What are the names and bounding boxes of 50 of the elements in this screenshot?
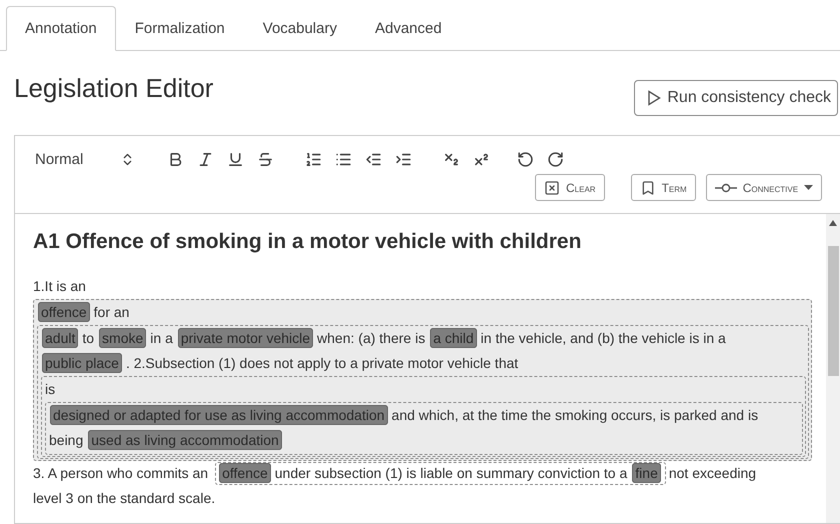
text-run: when: (a) there is [317, 330, 426, 346]
connective-dropdown[interactable]: Connective [706, 174, 822, 201]
term-tag[interactable]: offence [38, 302, 90, 322]
tab[interactable]: Formalization [116, 6, 244, 51]
tab[interactable]: Annotation [6, 6, 116, 51]
text-run: for an [94, 304, 130, 320]
text-run: being [49, 432, 84, 448]
text-run: and which, at the time the smoking occurs, is parked and is [392, 407, 758, 423]
text-run: 3. A person who commits an [33, 465, 208, 481]
term-tag[interactable]: private motor vehicle [178, 328, 314, 348]
clear-button[interactable]: Clear [535, 174, 605, 201]
text-run: in a [150, 330, 173, 346]
redo-icon[interactable] [546, 150, 564, 168]
connector-icon [714, 182, 737, 192]
term-tag[interactable]: fine [632, 463, 661, 483]
term-tag[interactable]: used as living accommodation [88, 430, 282, 450]
undo-icon[interactable] [516, 150, 534, 168]
scroll-thumb[interactable] [828, 246, 838, 376]
text-run: under subsection (1) is liable on summary conviction to a [274, 465, 628, 481]
run-check-button[interactable]: Run consistency check [634, 80, 838, 116]
term-tag[interactable]: a child [430, 328, 477, 348]
term-button[interactable]: Term [630, 174, 696, 201]
text-run: not exceeding [668, 465, 756, 481]
bookmark-icon [640, 180, 656, 196]
strikethrough-icon[interactable] [256, 150, 274, 168]
caret-icon [804, 184, 814, 190]
term-tag[interactable]: adult [42, 328, 78, 348]
underline-icon[interactable] [226, 150, 244, 168]
tab[interactable]: Advanced [356, 6, 461, 51]
text-run: to [82, 330, 94, 346]
tab[interactable]: Vocabulary [244, 6, 356, 51]
play-icon [647, 90, 662, 106]
text-run: in the vehicle, and (b) the vehicle is in a [480, 330, 726, 346]
format-select[interactable]: Normal [35, 150, 135, 168]
superscript-icon[interactable] [472, 150, 490, 168]
scroll-up-icon[interactable] [829, 220, 837, 226]
term-tag[interactable]: designed or adapted for use as living accommodation [50, 405, 388, 425]
term-tag[interactable]: smoke [99, 328, 146, 348]
scrollbar[interactable] [826, 214, 840, 523]
text-run: level 3 on the standard scale. [33, 490, 216, 506]
ordered-list-icon[interactable] [304, 150, 322, 168]
term-tag[interactable]: public place [42, 353, 122, 373]
term-tag[interactable]: offence [219, 463, 271, 483]
text-run: . 2.Subsection (1) does not apply to a private motor vehicle that [126, 355, 518, 371]
document-heading: A1 Offence of smoking in a motor vehicle with children [33, 229, 582, 255]
text-run: is [45, 381, 56, 397]
page-title: Legislation Editor [14, 72, 214, 104]
x-box-icon [544, 180, 560, 196]
subscript-icon[interactable] [442, 150, 460, 168]
text-run: 1.It is an [33, 278, 86, 294]
